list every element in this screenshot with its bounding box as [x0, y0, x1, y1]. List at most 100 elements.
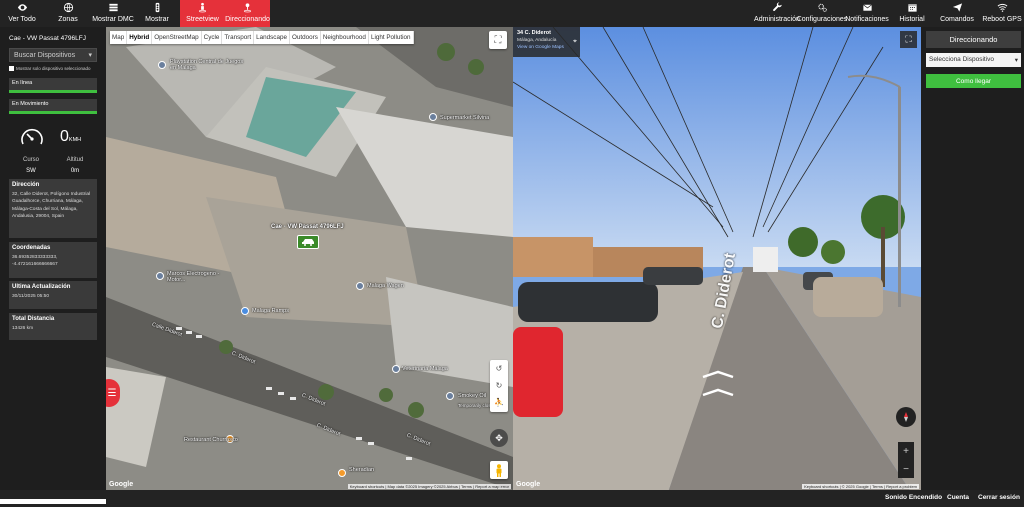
- poi-marker[interactable]: [158, 61, 166, 69]
- poi-marker[interactable]: [446, 392, 454, 400]
- toolbar-zones-label: Zonas: [58, 16, 78, 23]
- traffic-light-icon: [155, 2, 159, 13]
- total-distance-value: 13426 km: [12, 326, 34, 331]
- toolbar-view-all-button[interactable]: Ver Todo: [6, 0, 38, 27]
- online-status-bar: [9, 90, 97, 93]
- person-tilt-icon[interactable]: ⛹: [490, 394, 508, 411]
- location-pin-button[interactable]: ⌖: [570, 27, 580, 57]
- map-fullscreen-button[interactable]: ⛶: [489, 31, 507, 49]
- toolbar-history-label: Historial: [899, 16, 925, 23]
- speed-readout: 0KMH: [60, 128, 81, 146]
- device-search-select[interactable]: Buscar Dispositivos ▾: [9, 48, 97, 62]
- toolbar-streetview-label: Streetview: [186, 16, 219, 23]
- poi-marker[interactable]: [429, 113, 437, 121]
- altitude-label: Altitud: [66, 157, 84, 163]
- streetview-person-icon: [198, 2, 207, 13]
- poi-marker[interactable]: [156, 272, 164, 280]
- only-selected-label: Mostrar solo dispositivo seleccionado: [16, 66, 91, 71]
- map-tab-transport[interactable]: Transport: [222, 31, 255, 44]
- map-tab-cycle[interactable]: Cycle: [202, 31, 223, 44]
- total-distance-title: Total Distancia: [12, 316, 55, 322]
- how-to-get-there-button[interactable]: Como llegar: [926, 74, 1021, 88]
- speedometer-icon: [21, 128, 43, 145]
- last-update-card: Ultima Actualización 30/11/2025 05:50: [9, 281, 97, 309]
- zoom-out-icon[interactable]: −: [898, 460, 914, 478]
- map-tab-map[interactable]: Map: [110, 31, 128, 44]
- map-tab-neighbourhood[interactable]: Neighbourhood: [321, 31, 369, 44]
- rotate-left-icon[interactable]: ↺: [490, 360, 508, 377]
- map-rotate-controls: ↺ ↻ ⛹: [490, 360, 508, 412]
- poi-marker[interactable]: [392, 365, 400, 373]
- device-search-placeholder: Buscar Dispositivos: [14, 51, 76, 59]
- toolbar-streetview-button[interactable]: Streetview: [180, 0, 225, 27]
- last-update-value: 30/11/2025 05:50: [12, 294, 49, 299]
- menu-icon: ☰: [107, 387, 117, 399]
- view-on-google-maps-link[interactable]: View on Google Maps: [517, 45, 566, 50]
- routing-device-select[interactable]: Selecciona Dispositivo ▾: [926, 53, 1021, 67]
- toolbar-reboot-gps-button[interactable]: Reboot GPS: [982, 0, 1022, 27]
- map-tab-hybrid[interactable]: Hybrid: [127, 31, 153, 44]
- toolbar-settings-button[interactable]: Configuraciones: [796, 0, 848, 27]
- paper-plane-icon: [952, 3, 962, 12]
- satellite-map[interactable]: Map Hybrid OpenStreetMap Cycle Transport…: [106, 27, 513, 490]
- poi-label: Malaga Ramps: [252, 308, 289, 314]
- online-status-label: En línea: [12, 80, 33, 86]
- calendar-icon: [907, 4, 917, 12]
- toolbar-show-dmc-button[interactable]: Mostrar DMC: [92, 0, 134, 27]
- poi-marker[interactable]: [356, 282, 364, 290]
- total-distance-card: Total Distancia 13426 km: [9, 313, 97, 340]
- zoom-in-icon[interactable]: +: [898, 442, 914, 460]
- compass-button[interactable]: [896, 407, 916, 427]
- pan-control-button[interactable]: ✥: [490, 429, 508, 447]
- altitude-stat: Altitud 0m: [60, 157, 90, 174]
- toolbar-show-label: Mostrar: [145, 16, 169, 23]
- map-attribution: Keyboard shortcuts | Map data ©2025 Imag…: [347, 484, 511, 489]
- toolbar-notifications-button[interactable]: Notificaciones: [845, 0, 889, 27]
- address-title: Dirección: [12, 182, 40, 188]
- eye-icon: [17, 4, 27, 11]
- pegman-icon: [496, 463, 502, 477]
- logout-link[interactable]: Cerrar sesión: [978, 494, 1020, 501]
- toolbar-admin-button[interactable]: Administración: [754, 0, 800, 27]
- footer-progress-strip: [0, 499, 106, 504]
- rotate-right-icon[interactable]: ↻: [490, 377, 508, 394]
- pegman-button[interactable]: [490, 461, 508, 479]
- routing-title-button[interactable]: Direccionando: [926, 31, 1021, 48]
- google-logo: Google: [109, 481, 134, 488]
- footer-bar: Sonido Encendido Cuenta Cerrar sesión: [0, 490, 1024, 507]
- vehicle-marker[interactable]: [297, 235, 319, 249]
- map-tab-outdoors[interactable]: Outdoors: [290, 31, 321, 44]
- altitude-value: 0m: [70, 168, 80, 174]
- streetview-imagery: [513, 27, 921, 490]
- map-tab-light-pollution[interactable]: Light Pollution: [369, 31, 414, 44]
- location-pin-icon: ⌖: [573, 38, 577, 45]
- toolbar-show-dmc-label: Mostrar DMC: [92, 16, 134, 23]
- streetview-fullscreen-button[interactable]: ⛶: [900, 31, 917, 48]
- poi-label: Playstation Central de Juegos en Málaga: [170, 59, 244, 71]
- address-value: 32, Calle Diderot, Polígono Industrial G…: [12, 192, 91, 220]
- toolbar-history-button[interactable]: Historial: [898, 0, 926, 27]
- streetview-panel[interactable]: C. Diderot 34 C. Diderot Málaga, Andaluc…: [513, 27, 921, 490]
- course-value: SW: [26, 168, 36, 174]
- map-tab-openstreetmap[interactable]: OpenStreetMap: [152, 31, 202, 44]
- poi-marker[interactable]: [338, 469, 346, 477]
- toolbar-reboot-gps-label: Reboot GPS: [982, 16, 1022, 23]
- routing-device-select-value: Selecciona Dispositivo: [929, 56, 995, 63]
- online-status: En línea: [9, 78, 97, 93]
- map-type-tabs: Map Hybrid OpenStreetMap Cycle Transport…: [110, 31, 414, 44]
- toolbar-commands-button[interactable]: Comandos: [940, 0, 974, 27]
- map-tab-landscape[interactable]: Landscape: [254, 31, 290, 44]
- account-link[interactable]: Cuenta: [947, 494, 969, 501]
- sound-toggle[interactable]: Sonido Encendido: [885, 494, 942, 501]
- toolbar-show-button[interactable]: Mostrar: [143, 0, 171, 27]
- toolbar-routing-button[interactable]: Direccionando: [225, 0, 270, 27]
- chevron-down-icon: ▾: [88, 52, 92, 59]
- address-card: Dirección 32, Calle Diderot, Polígono In…: [9, 179, 97, 238]
- checkbox-box[interactable]: [9, 66, 14, 71]
- device-sidebar: Cae - VW Passat 4796LFJ Buscar Dispositi…: [0, 27, 106, 497]
- toolbar-settings-label: Configuraciones: [796, 16, 848, 23]
- toolbar-zones-button[interactable]: Zonas: [54, 0, 82, 27]
- poi-marker[interactable]: [241, 307, 249, 315]
- only-selected-checkbox[interactable]: Mostrar solo dispositivo seleccionado: [9, 66, 91, 71]
- poi-label: Malaga Wagen: [367, 283, 404, 289]
